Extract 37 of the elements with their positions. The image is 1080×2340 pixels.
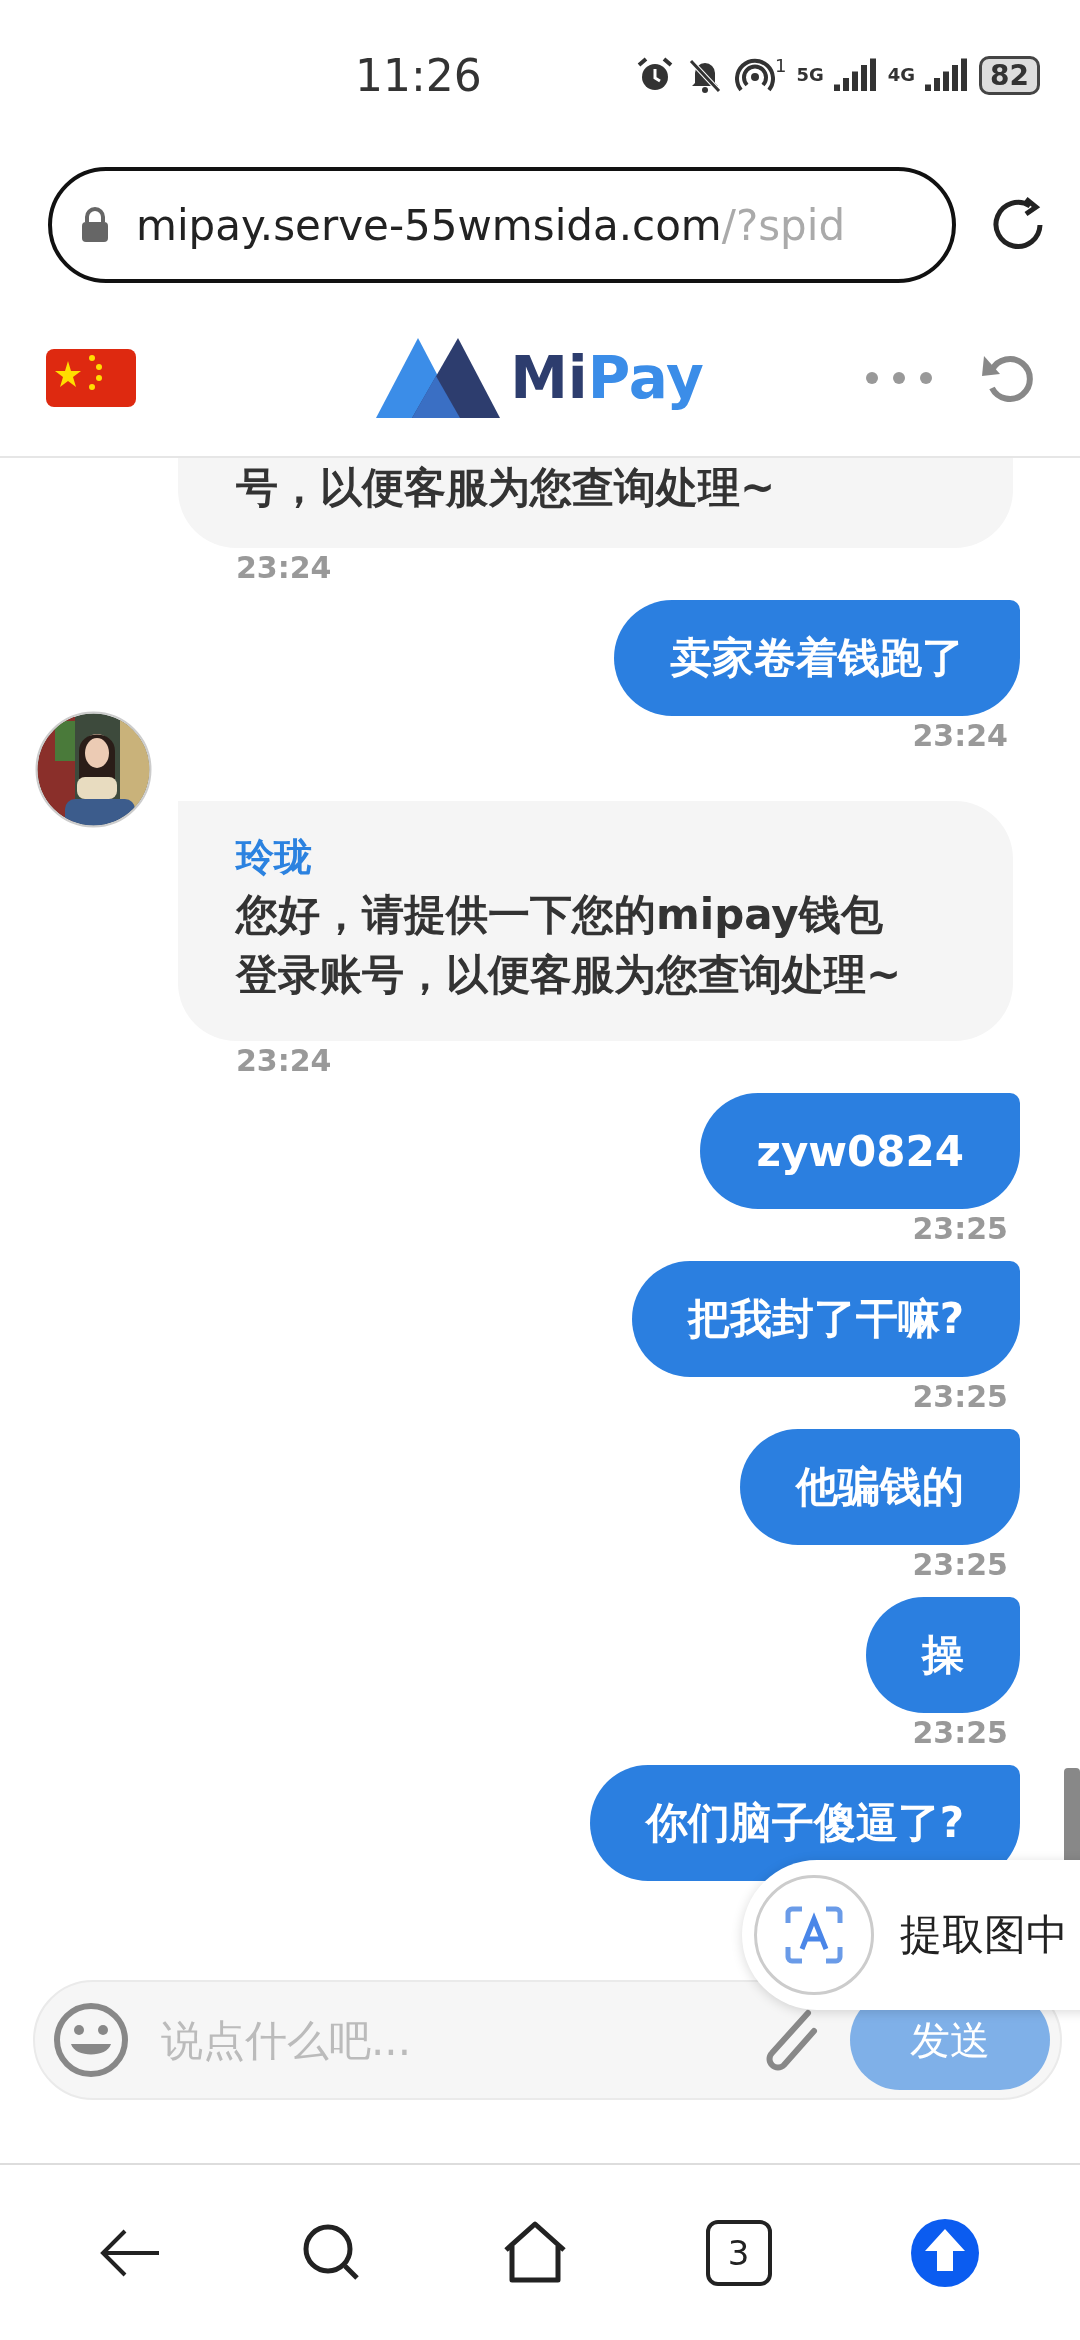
upload-icon[interactable] xyxy=(909,2216,982,2289)
popup-label: 提取图中 xyxy=(900,1909,1068,1961)
home-icon[interactable] xyxy=(502,2219,568,2286)
lock-icon xyxy=(80,207,110,243)
message-bubble: 他骗钱的 xyxy=(740,1429,1020,1545)
message-bubble: 把我封了干嘛? xyxy=(631,1261,1020,1377)
more-icon[interactable] xyxy=(864,370,934,386)
signal-icon xyxy=(925,57,970,93)
status-time: 11:26 xyxy=(355,49,483,101)
battery-indicator: 82 xyxy=(979,55,1040,95)
network-label: 5G xyxy=(796,66,824,84)
tab-count-button[interactable]: 3 xyxy=(705,2219,772,2286)
emoji-icon[interactable] xyxy=(51,2000,131,2080)
message-time: 23:25 xyxy=(912,1378,1009,1416)
message-time: 23:24 xyxy=(912,717,1009,755)
text-scan-icon xyxy=(754,1875,874,1995)
message-bubble: zyw0824 xyxy=(700,1093,1020,1209)
message-time: 23:24 xyxy=(235,1042,333,1080)
url-text: mipay.serve-55wmsida.com/?spid xyxy=(136,200,846,250)
flag-icon[interactable] xyxy=(46,349,136,407)
hotspot-count: 1 xyxy=(774,55,787,76)
message-time: 23:25 xyxy=(912,1210,1009,1248)
message-time: 23:25 xyxy=(912,1546,1009,1584)
logo-icon xyxy=(376,338,501,418)
network-label: 4G xyxy=(887,66,916,84)
message-bubble: 操 xyxy=(866,1597,1020,1713)
message-time: 23:24 xyxy=(235,549,333,587)
logo-text: MiPay xyxy=(510,344,704,412)
message-text: 号，以便客服为您查询处理~ xyxy=(236,462,777,514)
text-extract-popup[interactable]: 提取图中 xyxy=(742,1860,1080,2010)
message-bubble: 卖家卷着钱跑了 xyxy=(614,600,1020,716)
message-bubble: 你们脑子傻逼了? xyxy=(589,1765,1020,1881)
sender-name: 玲珑 xyxy=(236,834,313,881)
message-time: 23:25 xyxy=(912,1714,1009,1752)
signal-icon xyxy=(833,57,878,93)
address-bar[interactable]: mipay.serve-55wmsida.com/?spid xyxy=(48,167,956,283)
message-text: 您好，请提供一下您的mipay钱包登录账号，以便客服为您查询处理~ xyxy=(236,889,903,1001)
